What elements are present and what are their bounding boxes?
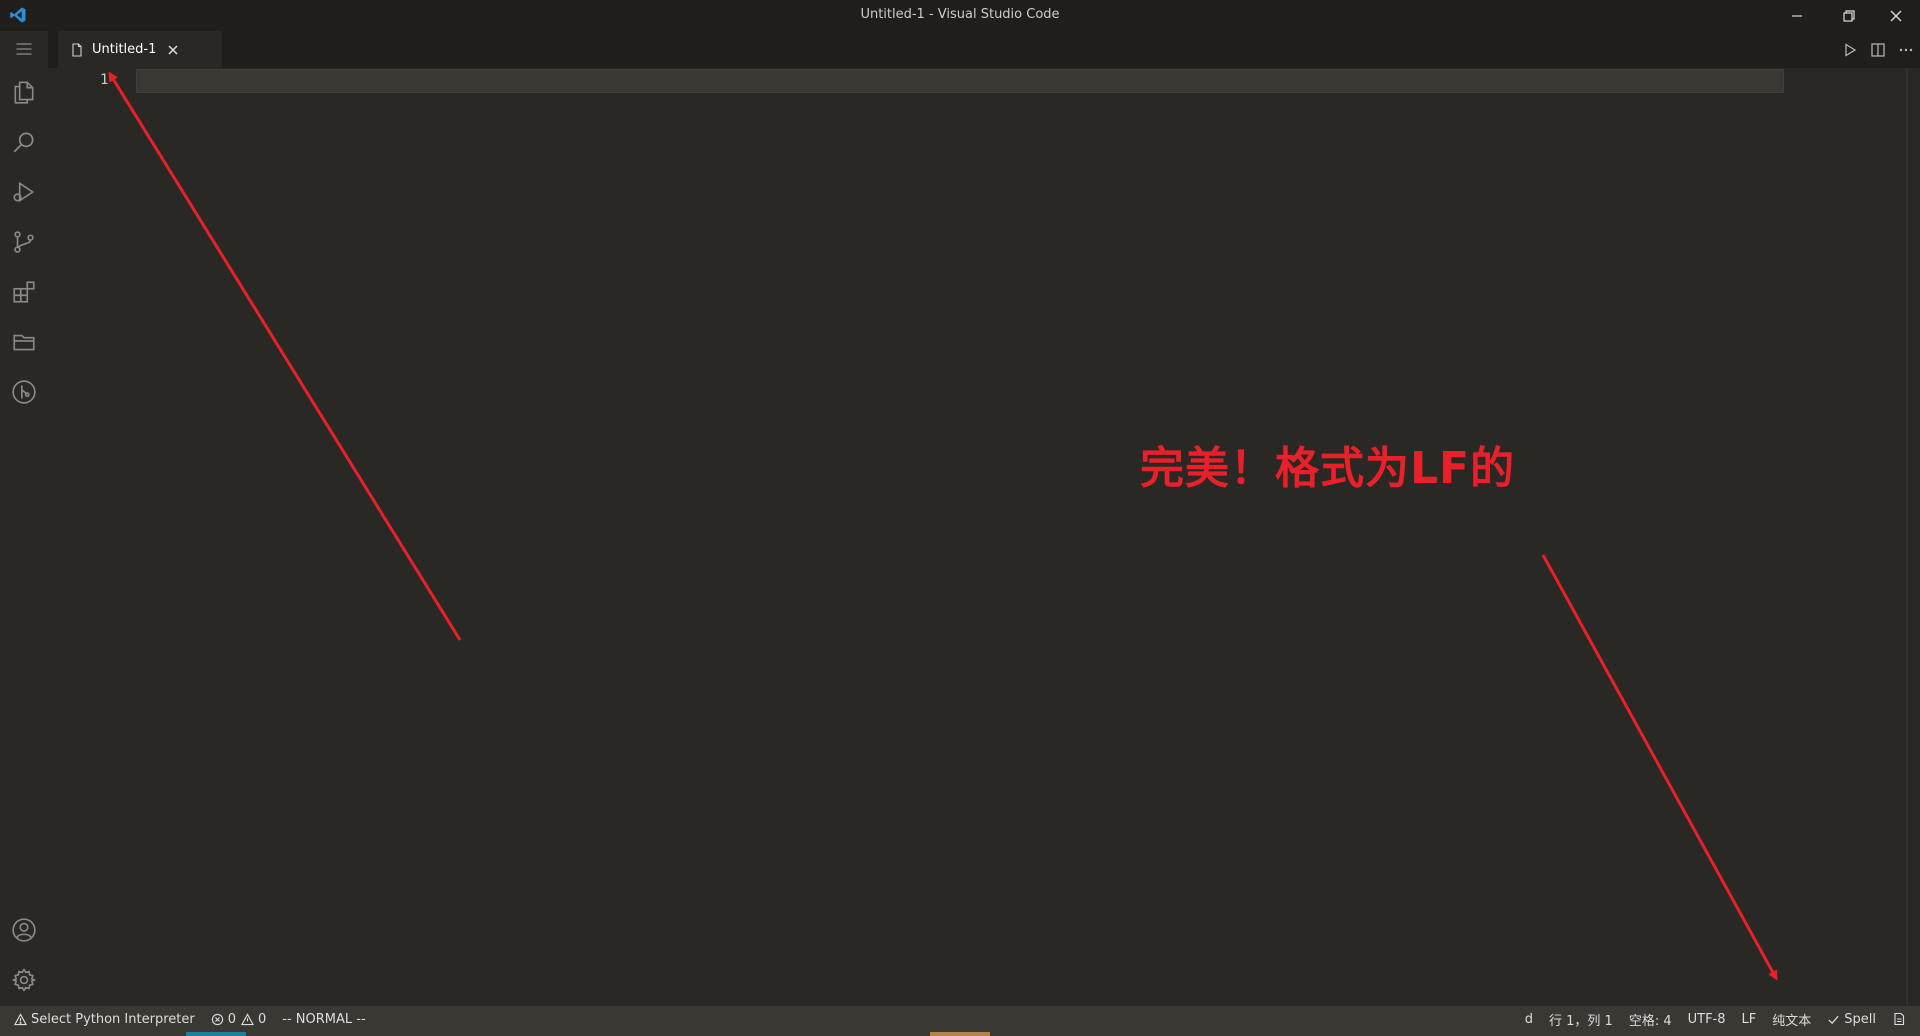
activity-extensions[interactable]	[0, 268, 48, 316]
title-bar: Untitled-1 - Visual Studio Code	[0, 0, 1920, 31]
close-tab-icon[interactable]	[166, 43, 180, 57]
tab-bar: Untitled-1	[48, 31, 1920, 68]
run-debug-icon	[13, 181, 35, 203]
activity-explorer[interactable]	[0, 68, 48, 116]
more-actions-button[interactable]	[1892, 36, 1920, 64]
status-bar: Select Python Interpreter 0 0 -- NORMAL …	[0, 1006, 1920, 1036]
settings-gear-icon	[11, 968, 37, 992]
close-window-button[interactable]	[1873, 0, 1919, 31]
eol-status[interactable]: LF	[1742, 1012, 1757, 1027]
close-icon	[1890, 10, 1902, 21]
status-right: d 行 1，列 1 空格: 4 UTF-8 LF 纯文本 Spell	[1509, 1006, 1906, 1032]
current-line-highlight	[136, 69, 1784, 93]
restore-icon	[1843, 9, 1855, 22]
warning-icon	[14, 1012, 27, 1025]
status-scroll-indicator	[930, 1032, 990, 1036]
activity-git-graph[interactable]	[0, 368, 48, 416]
feedback-status[interactable]	[1892, 1012, 1906, 1026]
git-graph-icon	[12, 380, 36, 404]
restore-button[interactable]	[1826, 0, 1872, 31]
status-left: Select Python Interpreter 0 0 -- NORMAL …	[14, 1006, 382, 1032]
menu-button[interactable]	[0, 31, 48, 67]
run-button[interactable]	[1836, 36, 1864, 64]
activity-settings[interactable]	[0, 956, 48, 1004]
activity-bar	[0, 31, 48, 1006]
warning-icon	[240, 1012, 254, 1025]
annotation-text: 完美！格式为LF的	[1140, 443, 1516, 494]
minimize-icon	[1792, 14, 1802, 17]
explorer-icon	[14, 81, 34, 104]
extensions-icon	[13, 281, 35, 303]
status-accent-bar	[186, 1032, 246, 1036]
language-mode-status[interactable]: 纯文本	[1772, 1010, 1811, 1029]
vertical-scrollbar[interactable]	[1906, 68, 1908, 1006]
tab-untitled-1[interactable]: Untitled-1	[58, 31, 222, 68]
cursor-position-status[interactable]: 行 1，列 1	[1549, 1010, 1613, 1029]
spell-status[interactable]: Spell	[1827, 1012, 1876, 1027]
indentation-status[interactable]: 空格: 4	[1629, 1010, 1672, 1029]
window-title: Untitled-1 - Visual Studio Code	[860, 7, 1060, 22]
warning-count: 0	[257, 1011, 267, 1027]
editor-actions	[1836, 31, 1920, 68]
split-editor-button[interactable]	[1864, 36, 1892, 64]
status-d[interactable]: d	[1525, 1012, 1533, 1027]
activity-folder[interactable]	[0, 318, 48, 366]
search-icon	[13, 132, 34, 153]
more-icon	[1899, 48, 1913, 51]
error-count: 0	[227, 1011, 236, 1027]
activity-accounts[interactable]	[0, 906, 48, 954]
activity-search[interactable]	[0, 118, 48, 166]
python-interpreter-label: Select Python Interpreter	[31, 1011, 195, 1027]
minimize-button[interactable]	[1774, 0, 1820, 31]
play-icon	[1845, 42, 1857, 57]
activity-source-control[interactable]	[0, 218, 48, 266]
file-icon	[72, 42, 82, 57]
error-icon	[211, 1013, 223, 1025]
account-icon	[12, 918, 36, 942]
source-control-icon	[14, 231, 34, 253]
editor-area[interactable]: 1	[48, 68, 1920, 1006]
activity-run-debug[interactable]	[0, 168, 48, 216]
feedback-icon	[1894, 1012, 1905, 1026]
problems-status[interactable]: 0 0	[211, 1011, 267, 1027]
folder-icon	[13, 334, 35, 351]
python-interpreter-status[interactable]: Select Python Interpreter	[14, 1012, 195, 1027]
tab-label: Untitled-1	[92, 42, 157, 57]
line-number: 1	[100, 72, 109, 88]
check-icon	[1828, 1015, 1839, 1024]
split-editor-icon	[1871, 42, 1885, 57]
spell-label: Spell	[1844, 1011, 1876, 1027]
vim-mode-status[interactable]: -- NORMAL --	[282, 1012, 365, 1027]
encoding-status[interactable]: UTF-8	[1688, 1012, 1726, 1027]
hamburger-menu-icon	[16, 43, 32, 55]
